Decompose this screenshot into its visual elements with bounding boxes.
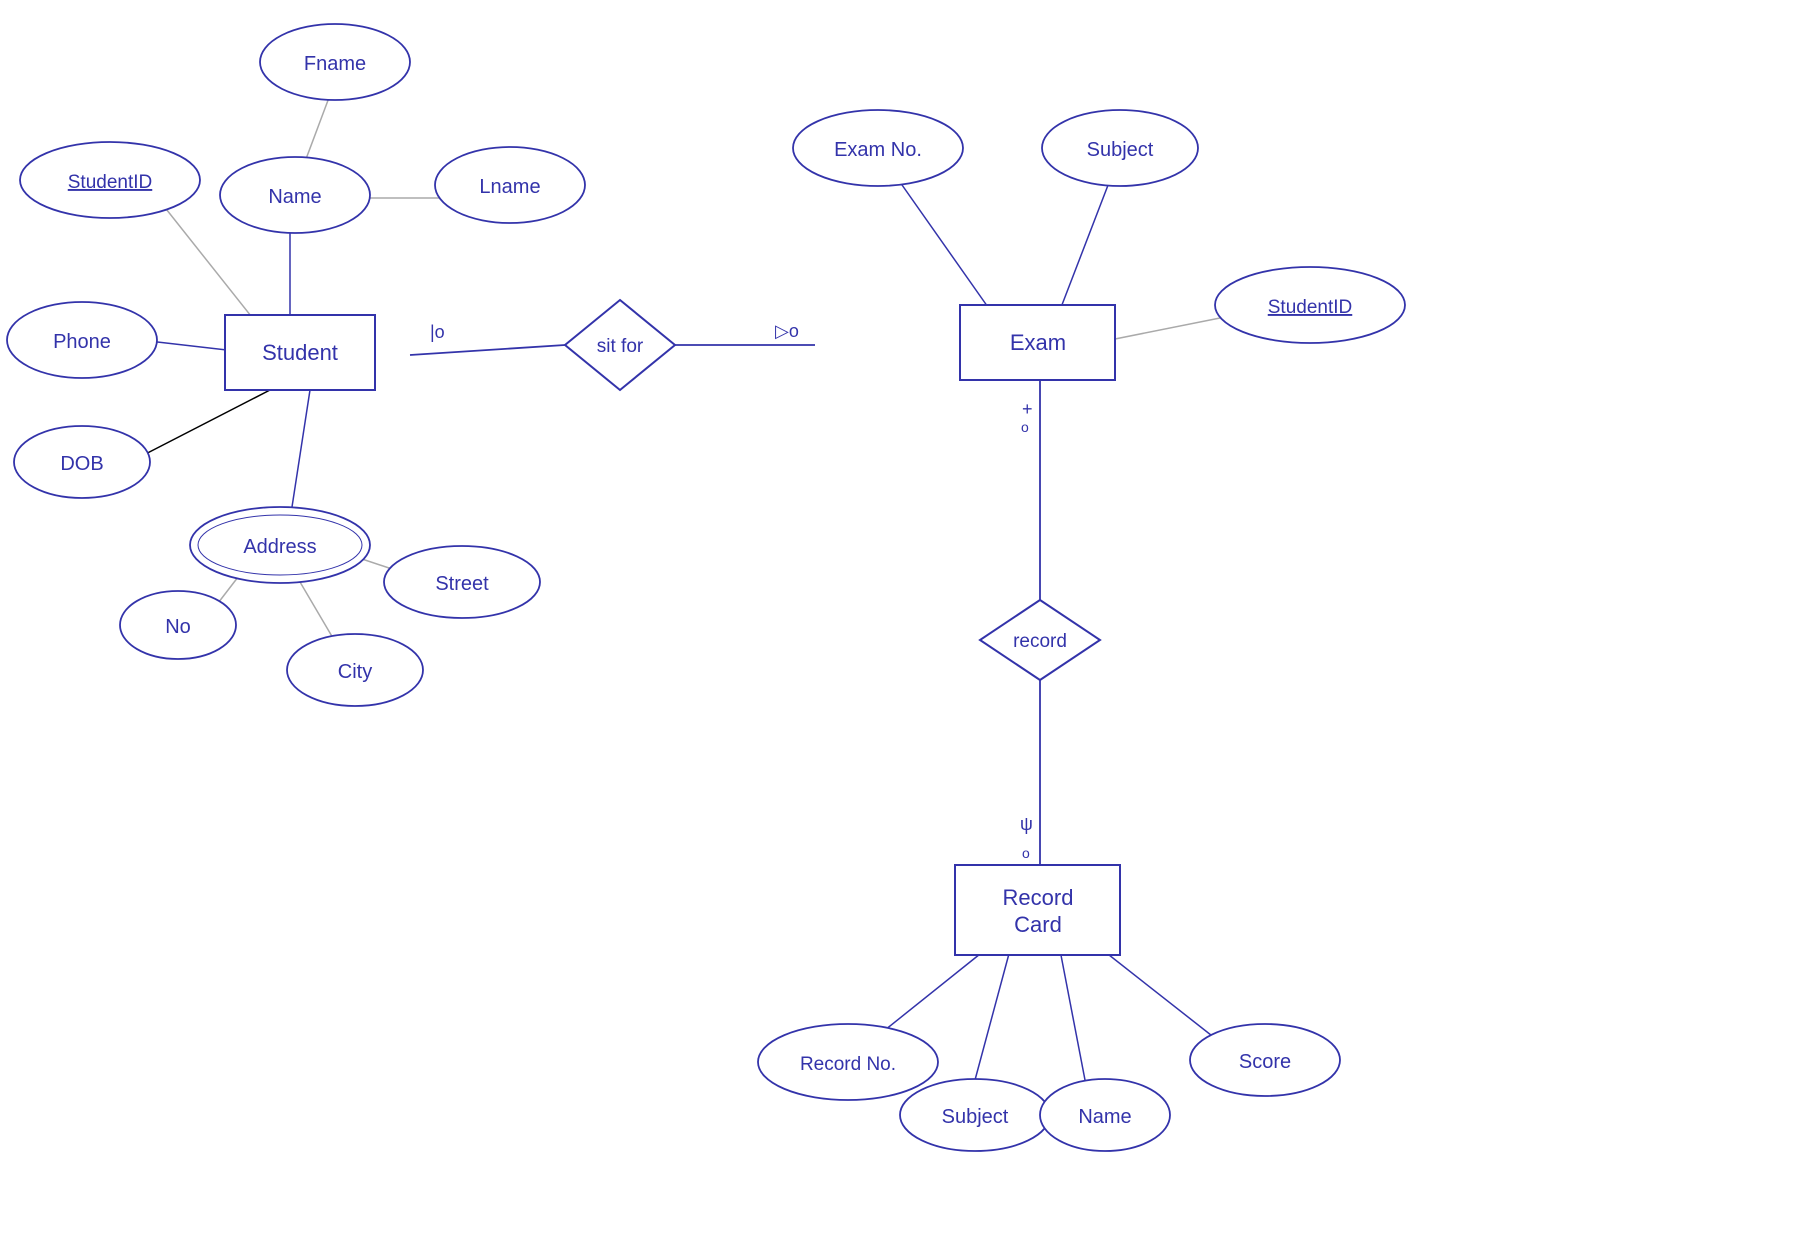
- attr-dob-label: DOB: [60, 453, 103, 475]
- attr-lname-label: Lname: [479, 176, 540, 198]
- cardinality-record-rc-circle: o: [1022, 845, 1030, 861]
- rel-sit-for-label: sit for: [597, 336, 644, 357]
- attr-studentid-label: StudentID: [68, 172, 153, 193]
- line-examno-exam: [895, 175, 990, 310]
- attr-name-label: Name: [268, 186, 321, 208]
- entity-record-card-label-line2: Card: [1014, 912, 1062, 937]
- attr-subject-rc-label: Subject: [942, 1106, 1009, 1128]
- entity-student-label: Student: [262, 340, 338, 365]
- line-student-sitfor: [410, 345, 565, 355]
- cardinality-sitfor-exam: ▷o: [775, 321, 799, 341]
- attr-recordno-label: Record No.: [800, 1054, 896, 1075]
- er-diagram: |o ▷o + o ψ o Student Exam Record Card S…: [0, 0, 1800, 1250]
- line-rc-name: [1060, 950, 1085, 1080]
- line-studentid2-exam: [1110, 318, 1220, 340]
- attr-fname-label: Fname: [304, 53, 366, 75]
- cardinality-record-rc: ψ: [1020, 814, 1033, 834]
- attr-address-label: Address: [243, 536, 316, 558]
- attr-examno-label: Exam No.: [834, 139, 922, 161]
- line-address-student: [290, 390, 310, 520]
- line-subject-exam: [1060, 180, 1110, 310]
- attr-studentid2-label: StudentID: [1268, 297, 1353, 318]
- cardinality-exam-record-circle: o: [1021, 419, 1029, 435]
- line-dob-student: [130, 390, 270, 462]
- cardinality-exam-record-top: +: [1022, 399, 1033, 419]
- attr-phone-label: Phone: [53, 331, 111, 353]
- attr-score-label: Score: [1239, 1051, 1291, 1073]
- entity-record-card-label-line1: Record: [1003, 885, 1074, 910]
- line-rc-score: [1090, 940, 1230, 1050]
- attr-street-label: Street: [435, 573, 489, 595]
- entity-exam-label: Exam: [1010, 330, 1066, 355]
- cardinality-student-sitfor: |o: [430, 322, 445, 342]
- attr-subject-exam-label: Subject: [1087, 139, 1154, 161]
- attr-no-label: No: [165, 616, 191, 638]
- attr-name-rc-label: Name: [1078, 1106, 1131, 1128]
- line-rc-subject: [975, 950, 1010, 1080]
- attr-city-label: City: [338, 661, 372, 683]
- rel-record-label: record: [1013, 631, 1067, 652]
- entity-record-card: [955, 865, 1120, 955]
